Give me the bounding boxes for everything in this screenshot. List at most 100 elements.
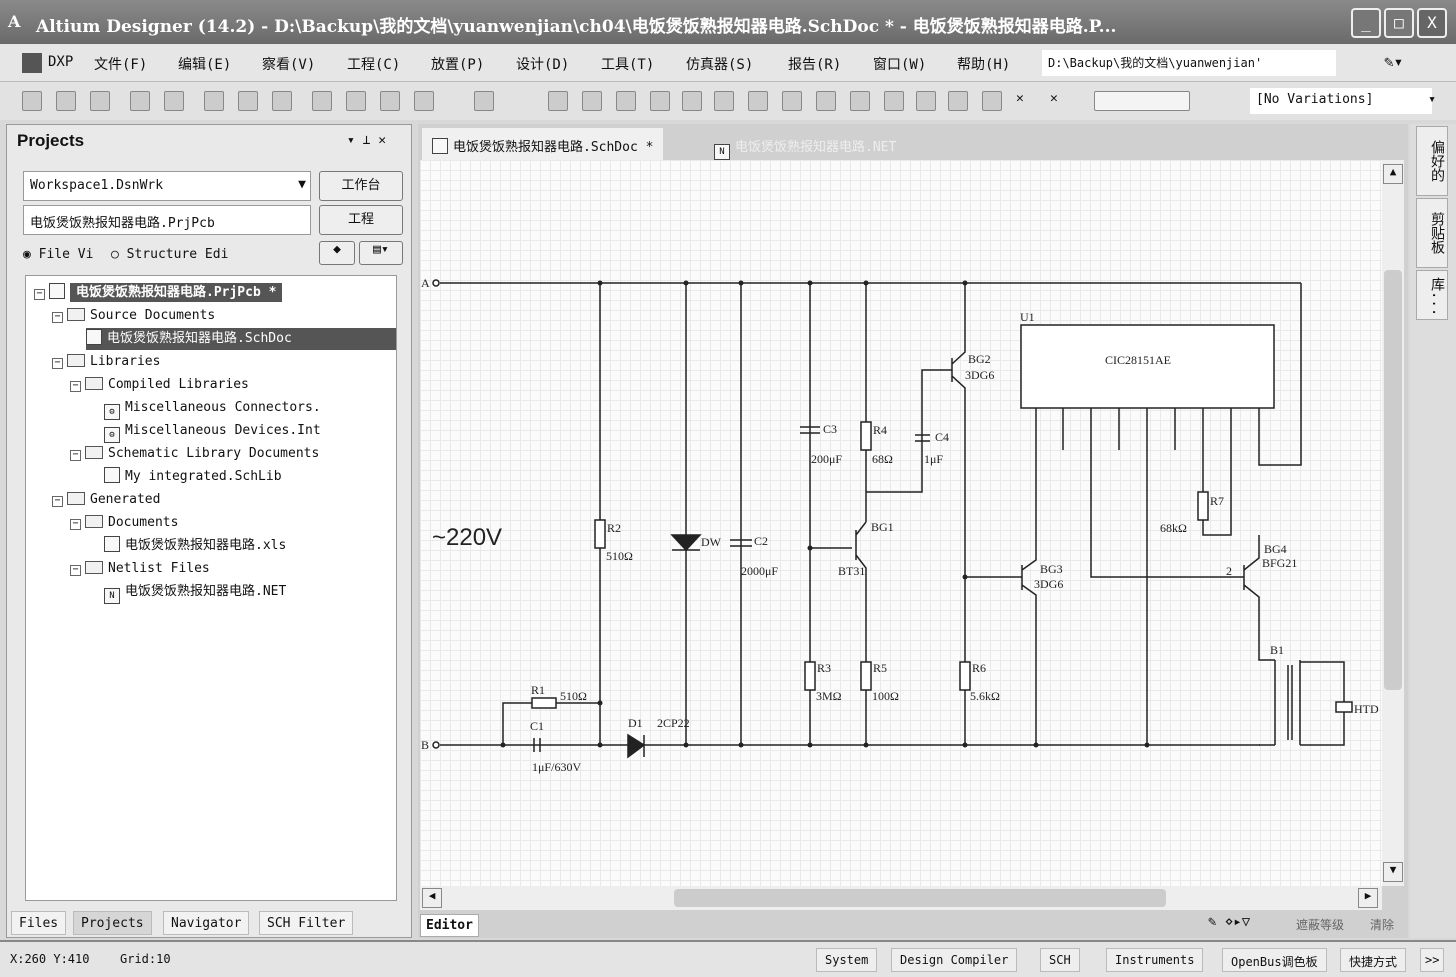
status-more[interactable]: >> <box>1420 948 1445 972</box>
mask-icons[interactable]: ✎ ⋄▸▽ <box>1208 914 1250 930</box>
tree-item-compiled-libraries[interactable]: − Compiled Libraries <box>70 374 249 396</box>
tree-item-source-documents[interactable]: − Source Documents <box>52 305 215 327</box>
workspace-value: Workspace1.DsnWrk <box>30 178 164 193</box>
vertical-scrollbar[interactable]: ▲ ▼ <box>1382 160 1404 886</box>
menu-help[interactable]: 帮助(H) <box>957 54 1010 74</box>
tab-clipboard[interactable]: 剪贴板 <box>1416 198 1448 268</box>
tab-projects[interactable]: Projects <box>73 911 152 935</box>
tree-item-schlib[interactable]: My integrated.SchLib <box>104 466 282 488</box>
menu-file[interactable]: 文件(F) <box>94 54 147 74</box>
radio-structure-editor[interactable]: ○ Structure Edi <box>111 247 228 262</box>
harness-icon[interactable] <box>650 91 670 111</box>
bus-icon[interactable] <box>582 91 602 111</box>
tree-item-netlist-files[interactable]: − Netlist Files <box>70 558 210 580</box>
zoom-fit-icon[interactable] <box>312 91 332 111</box>
status-shortcuts[interactable]: 快捷方式 <box>1340 948 1407 972</box>
menu-simulator[interactable]: 仿真器(S) <box>686 54 753 74</box>
menu-design[interactable]: 设计(D) <box>516 54 569 74</box>
terminal-a <box>432 279 440 287</box>
status-design-compiler[interactable]: Design Compiler <box>891 948 1018 972</box>
tree-item-schlib-docs[interactable]: − Schematic Library Documents <box>70 443 319 465</box>
tree-item-xls[interactable]: 电饭煲饭熟报知器电路.xls <box>104 535 286 557</box>
clear-icon[interactable]: ✕ <box>1050 91 1070 111</box>
tree-item-generated[interactable]: − Generated <box>52 489 160 511</box>
tree-item-net[interactable]: N 电饭煲饭熟报知器电路.NET <box>104 581 286 604</box>
ground-icon[interactable] <box>714 91 734 111</box>
editor-tab[interactable]: Editor <box>420 914 479 937</box>
device-sheet-icon[interactable] <box>916 91 936 111</box>
doc-tab-net[interactable]: N 电饭煲饭熟报知器电路.NET <box>704 128 906 160</box>
sheet-symbol-icon[interactable] <box>850 91 870 111</box>
vcc-icon[interactable] <box>748 91 768 111</box>
tab-files[interactable]: Files <box>11 911 67 935</box>
menu-tools[interactable]: 工具(T) <box>601 54 654 74</box>
preferences-icon[interactable]: ✎▾ <box>1384 52 1403 71</box>
wire-icon[interactable] <box>548 91 568 111</box>
menu-project[interactable]: 工程(C) <box>347 54 400 74</box>
tab-sch-filter[interactable]: SCH Filter <box>259 911 354 935</box>
mask-level-button[interactable]: 遮蔽等级 <box>1296 916 1344 933</box>
offsheet-icon[interactable] <box>982 91 1002 111</box>
radio-file-view[interactable]: ◉ File Vi <box>23 247 93 262</box>
workspace-button[interactable]: 工作台 <box>319 171 403 201</box>
tree-view-button[interactable]: ▤▾ <box>359 241 403 265</box>
menu-window[interactable]: 窗口(W) <box>873 54 926 74</box>
open-icon[interactable] <box>56 91 76 111</box>
project-field[interactable]: 电饭煲饭熟报知器电路.PrjPcb <box>23 205 311 235</box>
no-erc-icon[interactable]: ✕ <box>1016 91 1036 111</box>
status-system[interactable]: System <box>816 948 878 972</box>
tree-item-libraries[interactable]: − Libraries <box>52 351 160 373</box>
label-c2: C2 <box>754 534 768 548</box>
minimize-button[interactable]: _ <box>1351 8 1381 38</box>
cut-icon[interactable] <box>474 91 494 111</box>
port-icon[interactable] <box>782 91 802 111</box>
menu-view[interactable]: 察看(V) <box>262 54 315 74</box>
directive-icon[interactable] <box>948 91 968 111</box>
sheet-entry-icon[interactable] <box>884 91 904 111</box>
tree-item-misc-connectors[interactable]: ⚙ Miscellaneous Connectors. <box>104 397 321 420</box>
zoom-select-icon[interactable] <box>380 91 400 111</box>
component-icon[interactable] <box>238 91 258 111</box>
print-preview-icon[interactable] <box>164 91 184 111</box>
sheet-icon[interactable] <box>272 91 292 111</box>
close-button[interactable]: X <box>1417 8 1447 38</box>
part-icon[interactable] <box>816 91 836 111</box>
bus-entry-icon[interactable] <box>616 91 636 111</box>
net-label-icon[interactable] <box>682 91 702 111</box>
horizontal-scroll-thumb[interactable] <box>674 889 1166 907</box>
tree-item-misc-devices[interactable]: ⚙ Miscellaneous Devices.Int <box>104 420 321 443</box>
clear-button[interactable]: 清除 <box>1370 916 1394 933</box>
tree-options-button[interactable]: ◆ <box>319 241 355 265</box>
menu-place[interactable]: 放置(P) <box>431 54 484 74</box>
vertical-scroll-thumb[interactable] <box>1384 270 1402 690</box>
layers-icon[interactable] <box>204 91 224 111</box>
workspace-dropdown[interactable]: Workspace1.DsnWrk ▼ <box>23 171 311 201</box>
new-icon[interactable] <box>22 91 42 111</box>
path-dropdown[interactable]: D:\Backup\我的文档\yuanwenjian' <box>1042 50 1336 76</box>
tab-libraries[interactable]: 库... <box>1416 270 1448 320</box>
status-openbus[interactable]: OpenBus调色板 <box>1222 948 1327 972</box>
tab-navigator[interactable]: Navigator <box>163 911 250 935</box>
panel-controls[interactable]: ▾ ⊥ ✕ <box>347 133 386 148</box>
tree-item-schdoc[interactable]: 电饭煲饭熟报知器电路.SchDoc <box>86 328 396 350</box>
tree-item-project[interactable]: − 电饭煲饭熟报知器电路.PrjPcb * <box>34 282 283 304</box>
variations-dropdown[interactable]: [No Variations] ▾ <box>1250 88 1436 114</box>
horizontal-scrollbar[interactable]: ◀ ▶ <box>420 886 1382 910</box>
zoom-menu-icon[interactable] <box>414 91 434 111</box>
menu-dxp[interactable]: DXP <box>48 54 73 70</box>
menu-edit[interactable]: 编辑(E) <box>178 54 231 74</box>
save-icon[interactable] <box>90 91 110 111</box>
value-bg3: 3DG6 <box>1034 577 1063 591</box>
zoom-area-icon[interactable] <box>346 91 366 111</box>
tab-favorites[interactable]: 偏好的 <box>1416 126 1448 196</box>
status-sch[interactable]: SCH <box>1040 948 1080 972</box>
status-instruments[interactable]: Instruments <box>1106 948 1204 972</box>
project-button[interactable]: 工程 <box>319 205 403 235</box>
schematic-canvas[interactable]: ~220V A B R1 510Ω C1 1μF/630V D1 2CP22 R… <box>420 160 1382 886</box>
menu-reports[interactable]: 报告(R) <box>788 54 841 74</box>
maximize-button[interactable]: □ <box>1384 8 1414 38</box>
doc-tab-schdoc[interactable]: 电饭煲饭熟报知器电路.SchDoc * <box>422 128 664 160</box>
filter-combo[interactable] <box>1094 91 1190 111</box>
print-icon[interactable] <box>130 91 150 111</box>
tree-item-documents[interactable]: − Documents <box>70 512 178 534</box>
